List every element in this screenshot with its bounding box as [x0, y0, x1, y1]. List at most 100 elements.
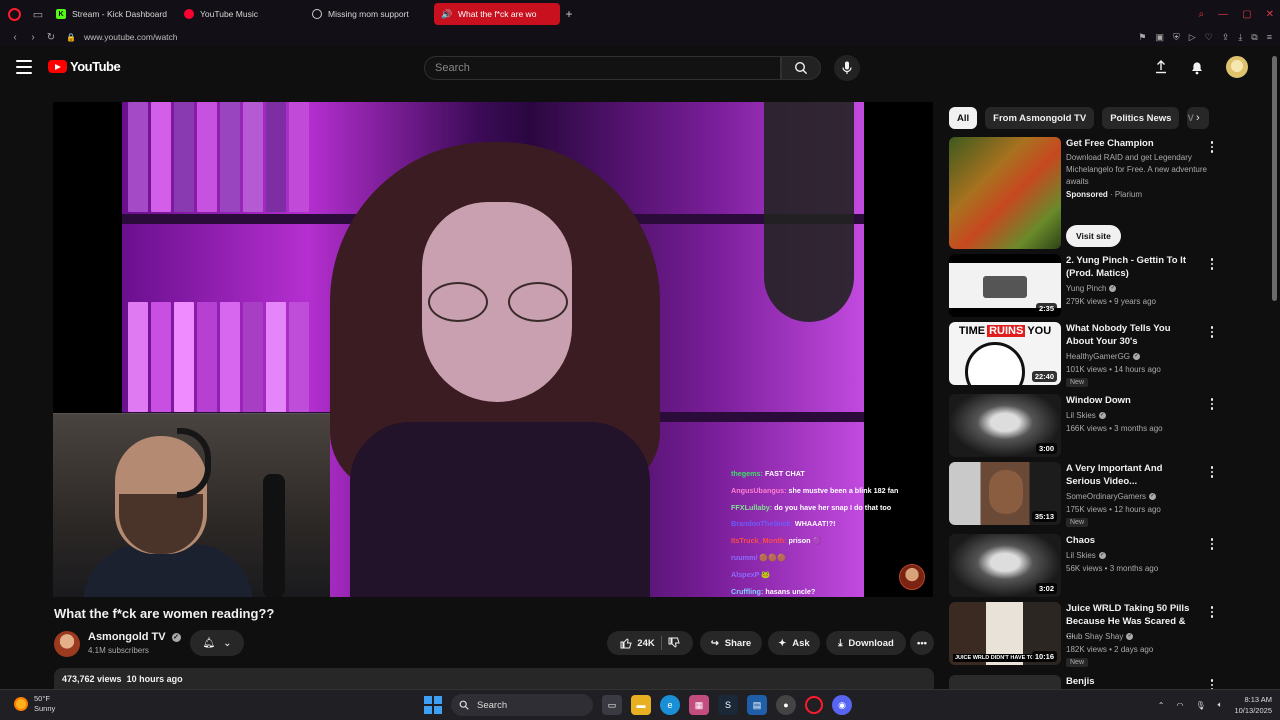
recommended-video[interactable]: 3:02 Chaos Lil Skies ✓ 56K views • 3 mont…	[949, 534, 1219, 597]
video-thumbnail[interactable]: 3:00	[949, 394, 1061, 457]
more-vertical-icon[interactable]	[1207, 258, 1217, 270]
recommended-video[interactable]: 3:00 Window Down Lil Skies ✓ 166K views •…	[949, 394, 1219, 457]
microphone-icon[interactable]: 🎙︎	[1195, 701, 1205, 710]
recommended-video[interactable]: JUICE WRLD DIDN'T HAVE TO 10:16 Juice WR…	[949, 602, 1219, 667]
visit-site-button[interactable]: Visit site	[1066, 225, 1121, 247]
discord-icon[interactable]: ◉	[832, 695, 852, 715]
opera-browser-icon[interactable]	[805, 696, 823, 714]
heart-icon[interactable]: ♡	[1205, 32, 1213, 43]
vpn-icon[interactable]: ⛨	[1173, 32, 1180, 43]
close-icon[interactable]: ✕	[1266, 9, 1274, 20]
back-icon[interactable]: ‹	[6, 32, 24, 43]
video-title[interactable]: A Very Important And Serious Video...	[1066, 462, 1196, 488]
channel-avatar[interactable]	[54, 631, 80, 657]
video-thumbnail[interactable]: 35:13	[949, 462, 1061, 525]
windows-start-icon[interactable]	[424, 696, 442, 714]
video-title[interactable]: Benjis	[1066, 675, 1196, 688]
chip-from-asmongold-tv[interactable]: From Asmongold TV	[985, 107, 1095, 129]
tab-islands-icon[interactable]: ▭	[28, 0, 48, 28]
video-title[interactable]: Chaos	[1066, 534, 1196, 547]
volume-icon[interactable]: 🔈︎	[1218, 700, 1223, 710]
sponsored-ad[interactable]: Get Free Champion Download RAID and get …	[949, 137, 1219, 249]
task-view-icon[interactable]: ▭	[602, 695, 622, 715]
taskbar-search[interactable]: Search	[451, 694, 593, 716]
video-thumbnail[interactable]: JUICE WRLD DIDN'T HAVE TO 10:16	[949, 602, 1061, 665]
chip-all[interactable]: All	[949, 107, 978, 129]
extensions-icon[interactable]: ⧉	[1251, 32, 1257, 43]
tab-current-video[interactable]: 🔊 What the f*ck are wo	[434, 3, 560, 25]
recommended-video[interactable]: Benjis	[949, 675, 1219, 689]
page-scrollbar[interactable]	[1272, 56, 1277, 301]
recommended-video[interactable]: 35:13 A Very Important And Serious Video…	[949, 462, 1219, 527]
more-vertical-icon[interactable]	[1207, 141, 1217, 153]
forward-icon[interactable]: ›	[24, 32, 42, 43]
bookmark-icon[interactable]: ⚑	[1138, 32, 1146, 43]
ad-title[interactable]: Get Free Champion	[1066, 137, 1196, 150]
more-vertical-icon[interactable]	[1207, 326, 1217, 338]
channel-name-row[interactable]: Asmongold TV ✓	[88, 631, 181, 643]
weather-widget[interactable]: 50°F Sunny	[14, 694, 55, 714]
steam-icon[interactable]: S	[718, 695, 738, 715]
video-title[interactable]: What Nobody Tells You About Your 30's	[1066, 322, 1196, 348]
account-avatar[interactable]	[1226, 56, 1248, 78]
tab-youtube-music[interactable]: YouTube Music	[176, 3, 304, 25]
url-field[interactable]: www.youtube.com/watch	[84, 32, 178, 42]
wifi-icon[interactable]: ◠	[1177, 701, 1184, 710]
search-button[interactable]	[781, 56, 821, 80]
notepad-icon[interactable]: ▤	[747, 695, 767, 715]
video-title[interactable]: Window Down	[1066, 394, 1196, 407]
more-vertical-icon[interactable]	[1207, 466, 1217, 478]
video-player[interactable]: thegems: FAST CHAT AngusUbangus: she mus…	[53, 102, 933, 597]
video-title[interactable]: 2. Yung Pinch - Gettin To It (Prod. Mati…	[1066, 254, 1196, 280]
clock[interactable]: 8:13 AM 10/13/2025	[1234, 694, 1272, 716]
easy-setup-icon[interactable]: ≡	[1267, 32, 1272, 42]
voice-search-button[interactable]	[834, 55, 860, 81]
recommended-video[interactable]: 2:35 2. Yung Pinch - Gettin To It (Prod.…	[949, 254, 1219, 317]
upload-icon[interactable]	[1154, 60, 1168, 74]
recommended-video[interactable]: TIME RUINS YOU 22:40 What Nobody Tells You…	[949, 322, 1219, 387]
channel-line: Club Shay Shay ✓	[1066, 632, 1134, 641]
snapshot-icon[interactable]: ▣	[1155, 32, 1164, 43]
chevron-up-icon[interactable]: ⌃	[1158, 701, 1165, 710]
subscribed-notifications-button[interactable]: 🔔︎ ⌄	[190, 630, 244, 656]
tab-missing-mom-support[interactable]: Missing mom support	[304, 3, 430, 25]
file-explorer-icon[interactable]: ▬	[631, 695, 651, 715]
like-button[interactable]: 24K	[620, 637, 655, 649]
media-app-icon[interactable]: ▦	[689, 695, 709, 715]
chip-politics-news[interactable]: Politics News	[1102, 107, 1180, 129]
reload-icon[interactable]: ↻	[42, 32, 60, 43]
downloads-icon[interactable]: ⤓	[1238, 32, 1242, 43]
more-actions-button[interactable]: •••	[910, 631, 934, 655]
player-icon[interactable]: ▷	[1189, 32, 1196, 43]
tab-kick-dashboard[interactable]: K Stream - Kick Dashboard	[48, 3, 176, 25]
channel-name[interactable]: Asmongold TV	[88, 631, 166, 643]
more-vertical-icon[interactable]	[1207, 679, 1217, 689]
streamer-avatar-badge	[899, 564, 925, 590]
opera-logo-icon[interactable]	[0, 0, 28, 28]
ask-button[interactable]: ✦ Ask	[768, 631, 820, 655]
more-vertical-icon[interactable]	[1207, 398, 1217, 410]
download-button[interactable]: ⤓ Download	[826, 631, 906, 655]
youtube-logo[interactable]: YouTube	[48, 59, 121, 74]
search-tabs-icon[interactable]: ⌕	[1199, 9, 1205, 20]
lock-icon[interactable]: 🔒	[66, 33, 76, 42]
obs-icon[interactable]: ●	[776, 695, 796, 715]
video-thumbnail[interactable]: 2:35	[949, 254, 1061, 317]
ad-thumbnail[interactable]	[949, 137, 1061, 249]
maximize-icon[interactable]: ▢	[1242, 9, 1251, 20]
video-thumbnail[interactable]	[949, 675, 1061, 689]
chevron-right-icon[interactable]: ›	[1196, 112, 1200, 124]
video-thumbnail[interactable]: 3:02	[949, 534, 1061, 597]
edge-browser-icon[interactable]: e	[660, 695, 680, 715]
guide-menu-icon[interactable]	[16, 60, 32, 74]
more-vertical-icon[interactable]	[1207, 538, 1217, 550]
thumbs-down-icon[interactable]	[668, 637, 680, 649]
search-input[interactable]: Search	[424, 56, 781, 80]
share-button[interactable]: ↪ Share	[700, 631, 762, 655]
wallet-icon[interactable]: ⇪	[1222, 32, 1230, 43]
notifications-bell-icon[interactable]	[1190, 60, 1204, 75]
video-thumbnail[interactable]: TIME RUINS YOU 22:40	[949, 322, 1061, 385]
more-vertical-icon[interactable]	[1207, 606, 1217, 618]
new-tab-button[interactable]: +	[560, 7, 578, 21]
minimize-icon[interactable]: —	[1218, 9, 1228, 20]
